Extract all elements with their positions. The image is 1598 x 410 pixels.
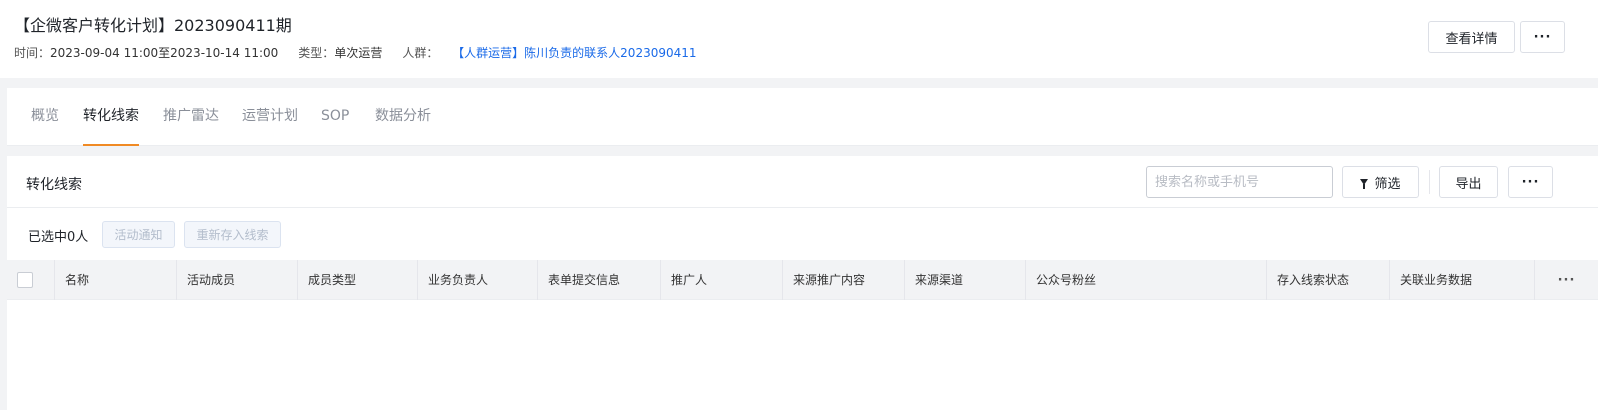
column-header-name[interactable]: 名称 bbox=[54, 260, 176, 300]
type-info: 类型：单次运营 bbox=[298, 44, 382, 61]
more-dots-icon: ··· bbox=[1533, 29, 1552, 45]
leads-panel: 转化线索 筛选 导出 ··· 已选中0人 活动通知 重新存入线索 名称 活动成员… bbox=[7, 156, 1598, 410]
restore-leads-button[interactable]: 重新存入线索 bbox=[184, 221, 281, 248]
column-header-source-channel[interactable]: 来源渠道 bbox=[904, 260, 1025, 300]
toolbar-divider bbox=[1429, 170, 1430, 194]
panel-header: 转化线索 筛选 导出 ··· bbox=[7, 156, 1598, 208]
column-header-promoter[interactable]: 推广人 bbox=[660, 260, 782, 300]
selected-count: 已选中0人 bbox=[28, 230, 89, 245]
tab-promotion-radar[interactable]: 推广雷达 bbox=[163, 88, 219, 146]
filter-icon bbox=[1360, 179, 1369, 189]
time-info: 时间：2023-09-04 11:00至2023-10-14 11:00 bbox=[14, 44, 278, 61]
page-title: 【企微客户转化计划】2023090411期 bbox=[14, 16, 292, 35]
filter-label: 筛选 bbox=[1374, 176, 1401, 192]
crowd-label: 人群： bbox=[402, 46, 439, 60]
tab-sop[interactable]: SOP bbox=[321, 88, 349, 146]
export-button[interactable]: 导出 bbox=[1439, 166, 1498, 198]
plan-meta: 时间：2023-09-04 11:00至2023-10-14 11:00 类型：… bbox=[14, 44, 717, 61]
tab-conversion-leads[interactable]: 转化线索 bbox=[83, 88, 139, 146]
select-all-checkbox[interactable] bbox=[17, 272, 33, 288]
more-dots-icon: ··· bbox=[1521, 174, 1540, 190]
crowd-link[interactable]: 【人群运营】陈川负责的联系人2023090411 bbox=[452, 46, 696, 60]
column-header-business-owner[interactable]: 业务负责人 bbox=[417, 260, 537, 300]
column-header-official-fans[interactable]: 公众号粉丝 bbox=[1025, 260, 1266, 300]
crowd-info: 人群： 【人群运营】陈川负责的联系人2023090411 bbox=[402, 44, 696, 61]
table-header: 名称 活动成员 成员类型 业务负责人 表单提交信息 推广人 来源推广内容 来源渠… bbox=[7, 260, 1598, 300]
view-details-button[interactable]: 查看详情 bbox=[1428, 21, 1515, 53]
tab-overview[interactable]: 概览 bbox=[31, 88, 59, 146]
plan-header: 【企微客户转化计划】2023090411期 时间：2023-09-04 11:0… bbox=[0, 0, 1598, 78]
column-header-activity-member[interactable]: 活动成员 bbox=[176, 260, 297, 300]
selection-bar: 已选中0人 活动通知 重新存入线索 bbox=[7, 208, 1598, 260]
panel-title: 转化线索 bbox=[26, 177, 82, 193]
more-dots-icon: ··· bbox=[1557, 273, 1576, 288]
activity-notify-button[interactable]: 活动通知 bbox=[102, 221, 175, 248]
type-label: 类型： bbox=[298, 46, 335, 60]
time-label: 时间： bbox=[14, 46, 51, 60]
column-header-lead-status[interactable]: 存入线索状态 bbox=[1266, 260, 1389, 300]
type-value: 单次运营 bbox=[334, 46, 383, 60]
column-settings-icon[interactable]: ··· bbox=[1534, 260, 1598, 300]
panel-more-button[interactable]: ··· bbox=[1508, 166, 1553, 198]
tab-data-analysis[interactable]: 数据分析 bbox=[375, 88, 431, 146]
column-header-member-type[interactable]: 成员类型 bbox=[297, 260, 417, 300]
filter-button[interactable]: 筛选 bbox=[1342, 166, 1419, 198]
column-header-source-content[interactable]: 来源推广内容 bbox=[782, 260, 904, 300]
search-input[interactable] bbox=[1146, 166, 1333, 198]
time-value: 2023-09-04 11:00至2023-10-14 11:00 bbox=[50, 46, 279, 60]
header-more-button[interactable]: ··· bbox=[1520, 21, 1565, 53]
tab-bar: 概览 转化线索 推广雷达 运营计划 SOP 数据分析 bbox=[7, 88, 1598, 146]
tab-operation-plan[interactable]: 运营计划 bbox=[242, 88, 298, 146]
column-header-related-data[interactable]: 关联业务数据 bbox=[1389, 260, 1534, 300]
column-header-form-info[interactable]: 表单提交信息 bbox=[537, 260, 660, 300]
